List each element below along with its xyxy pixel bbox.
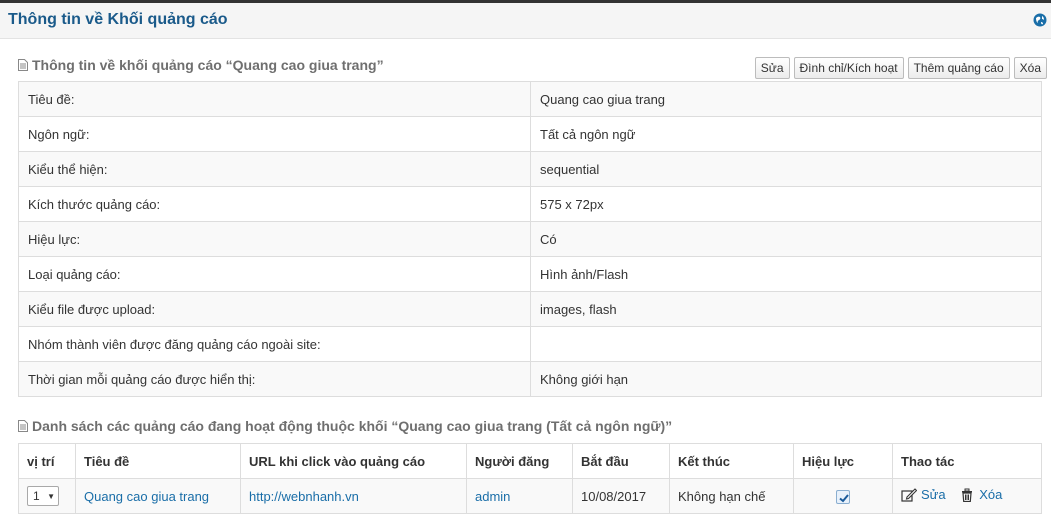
info-row-active: Hiệu lực: Có	[18, 221, 1042, 257]
info-value: sequential	[530, 151, 1042, 187]
info-label: Kiểu thể hiện:	[18, 151, 531, 187]
row-edit-link[interactable]: Sửa	[901, 487, 946, 502]
info-row-language: Ngôn ngữ: Tất cả ngôn ngữ	[18, 116, 1042, 152]
column-header-poster: Người đăng	[466, 443, 573, 479]
info-label: Kích thước quảng cáo:	[18, 186, 531, 222]
edit-icon	[901, 487, 917, 502]
info-value: Quang cao giua trang	[530, 81, 1042, 117]
table-header-row: vị trí Tiêu đề URL khi click vào quảng c…	[18, 443, 1042, 479]
table-row: 1 ▼ Quang cao giua trang http://webnhanh…	[18, 478, 1042, 514]
info-label: Kiểu file được upload:	[18, 291, 531, 327]
url-cell: http://webnhanh.vn	[240, 478, 467, 514]
info-label: Thời gian mỗi quảng cáo được hiển thị:	[18, 361, 531, 397]
info-label: Ngôn ngữ:	[18, 116, 531, 152]
info-actions: Sửa Đình chỉ/Kích hoạt Thêm quảng cáo Xó…	[754, 57, 1047, 79]
poster-link[interactable]: admin	[475, 489, 510, 504]
row-delete-link[interactable]: Xóa	[959, 487, 1002, 502]
info-row-member-groups: Nhóm thành viên được đăng quảng cáo ngoà…	[18, 326, 1042, 362]
position-cell: 1 ▼	[18, 478, 76, 514]
info-row-display-type: Kiểu thể hiện: sequential	[18, 151, 1042, 187]
column-header-url: URL khi click vào quảng cáo	[240, 443, 467, 479]
column-header-end: Kết thúc	[669, 443, 794, 479]
position-select-value: 1	[33, 489, 40, 503]
row-edit-label: Sửa	[921, 487, 946, 503]
column-header-start: Bắt đầu	[572, 443, 670, 479]
position-select[interactable]: 1 ▼	[27, 486, 59, 506]
panel-header: Thông tin về Khối quảng cáo	[0, 3, 1051, 39]
page-title: Thông tin về Khối quảng cáo	[8, 11, 228, 28]
document-icon	[18, 59, 28, 71]
list-section-title: Danh sách các quảng cáo đang hoạt động t…	[18, 418, 672, 434]
checkmark-icon	[839, 494, 849, 503]
info-value: 575 x 72px	[530, 186, 1042, 222]
info-value: Không giới hạn	[530, 361, 1042, 397]
active-checkbox[interactable]	[836, 489, 850, 504]
list-section-title-text: Danh sách các quảng cáo đang hoạt động t…	[32, 418, 673, 434]
title-cell: Quang cao giua trang	[75, 478, 241, 514]
column-header-active: Hiệu lực	[793, 443, 893, 479]
info-section-title-text: Thông tin về khối quảng cáo “Quang cao g…	[32, 57, 384, 73]
edit-button[interactable]: Sửa	[754, 57, 790, 79]
info-label: Nhóm thành viên được đăng quảng cáo ngoà…	[18, 326, 531, 362]
trash-icon	[962, 488, 973, 502]
ad-url-link[interactable]: http://webnhanh.vn	[249, 489, 359, 504]
info-value: Hình ảnh/Flash	[530, 256, 1042, 292]
row-delete-label: Xóa	[979, 487, 1003, 503]
info-row-title: Tiêu đề: Quang cao giua trang	[18, 81, 1042, 117]
column-header-title: Tiêu đề	[75, 443, 241, 479]
chevron-down-icon: ▼	[47, 491, 55, 501]
info-label: Hiệu lực:	[18, 221, 531, 257]
start-date-cell: 10/08/2017	[572, 478, 670, 514]
info-value: Có	[530, 221, 1042, 257]
info-row-size: Kích thước quảng cáo: 575 x 72px	[18, 186, 1042, 222]
info-section-title: Thông tin về khối quảng cáo “Quang cao g…	[18, 57, 384, 73]
info-value: images, flash	[530, 291, 1042, 327]
end-date-cell: Không hạn chế	[669, 478, 794, 514]
poster-cell: admin	[466, 478, 573, 514]
add-ad-button[interactable]: Thêm quảng cáo	[907, 57, 1010, 79]
info-value: Tất cả ngôn ngữ	[530, 116, 1042, 152]
actions-cell: Sửa Xóa	[892, 478, 1042, 514]
globe-help-icon[interactable]	[1033, 13, 1047, 27]
document-icon	[18, 420, 28, 432]
ads-table: vị trí Tiêu đề URL khi click vào quảng c…	[18, 443, 1042, 514]
suspend-activate-button[interactable]: Đình chỉ/Kích hoạt	[793, 57, 904, 79]
ad-title-link[interactable]: Quang cao giua trang	[84, 489, 209, 504]
delete-button[interactable]: Xóa	[1013, 57, 1047, 79]
active-cell	[793, 478, 893, 514]
info-label: Tiêu đề:	[18, 81, 531, 117]
info-row-upload-types: Kiểu file được upload: images, flash	[18, 291, 1042, 327]
column-header-position: vị trí	[18, 443, 76, 479]
info-row-display-time: Thời gian mỗi quảng cáo được hiển thị: K…	[18, 361, 1042, 397]
info-label: Loại quảng cáo:	[18, 256, 531, 292]
info-table: Tiêu đề: Quang cao giua trang Ngôn ngữ: …	[18, 81, 1042, 397]
info-row-ad-type: Loại quảng cáo: Hình ảnh/Flash	[18, 256, 1042, 292]
column-header-actions: Thao tác	[892, 443, 1042, 479]
info-value	[530, 326, 1042, 362]
